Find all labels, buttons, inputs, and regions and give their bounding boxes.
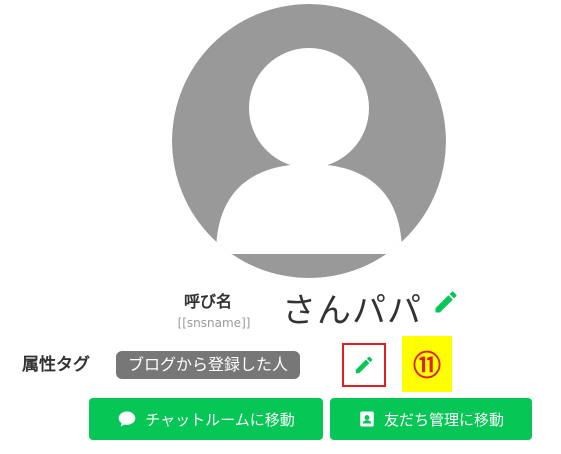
pencil-icon	[355, 356, 373, 374]
chat-room-button[interactable]: チャットルームに移動	[89, 398, 323, 440]
tag-chip: ブログから登録した人	[116, 351, 301, 379]
contact-card-icon	[360, 411, 374, 427]
pencil-icon[interactable]	[432, 288, 460, 316]
tag-label: 属性タグ	[22, 355, 90, 375]
chat-room-label: チャットルームに移動	[145, 410, 295, 429]
annotation-marker: ⑪	[402, 336, 452, 392]
friend-management-label: 友だち管理に移動	[383, 410, 504, 429]
nickname-variable: [[snsname]]	[177, 316, 251, 330]
speech-bubble-icon	[118, 411, 136, 427]
avatar	[172, 4, 446, 278]
tag-edit-button[interactable]	[342, 343, 386, 387]
nickname-value: さんパパ	[282, 291, 422, 331]
friend-management-button[interactable]: 友だち管理に移動	[330, 398, 532, 440]
nickname-label: 呼び名	[183, 292, 232, 311]
